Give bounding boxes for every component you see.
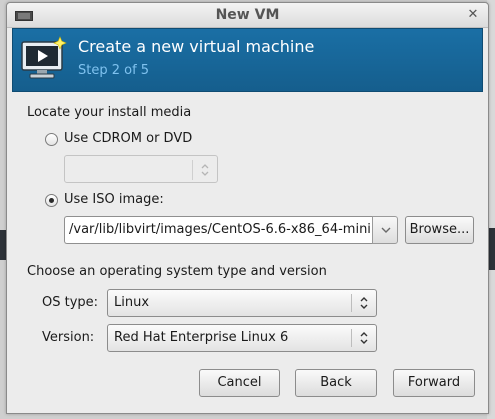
iso-radio-label[interactable]: Use ISO image: bbox=[64, 192, 164, 207]
cancel-button[interactable]: Cancel bbox=[199, 369, 280, 397]
window-title: New VM bbox=[215, 7, 280, 23]
forward-button[interactable]: Forward bbox=[393, 369, 475, 397]
combo-separator bbox=[351, 294, 352, 312]
os-version-select[interactable]: Red Hat Enterprise Linux 6 bbox=[107, 324, 377, 352]
combo-separator bbox=[351, 329, 352, 347]
os-type-select[interactable]: Linux bbox=[107, 289, 377, 317]
install-media-label: Locate your install media bbox=[27, 105, 192, 120]
updown-arrows-icon bbox=[360, 297, 368, 309]
vm-monitor-icon bbox=[21, 36, 67, 79]
wizard-banner: Create a new virtual machine Step 2 of 5 bbox=[12, 28, 483, 92]
new-vm-dialog: New VM ✕ Create a new virtual machine St… bbox=[6, 2, 489, 414]
os-section-label: Choose an operating system type and vers… bbox=[27, 264, 327, 279]
back-button[interactable]: Back bbox=[295, 369, 377, 397]
combo-separator bbox=[192, 160, 193, 180]
cdrom-device-select bbox=[64, 155, 218, 183]
browse-button[interactable]: Browse... bbox=[405, 216, 474, 244]
updown-arrows-icon bbox=[201, 164, 209, 176]
updown-arrows-icon bbox=[360, 332, 368, 344]
chevron-down-icon bbox=[381, 227, 391, 233]
iso-history-dropdown[interactable] bbox=[372, 216, 398, 244]
iso-path-input[interactable]: /var/lib/libvirt/images/CentOS-6.6-x86_6… bbox=[64, 216, 372, 244]
title-bar[interactable]: New VM ✕ bbox=[7, 3, 488, 28]
wizard-heading: Create a new virtual machine bbox=[78, 37, 315, 56]
cdrom-radio[interactable] bbox=[45, 133, 58, 146]
close-icon[interactable]: ✕ bbox=[465, 6, 481, 24]
iso-radio[interactable] bbox=[45, 194, 58, 207]
wizard-step-indicator: Step 2 of 5 bbox=[78, 63, 150, 78]
os-type-label: OS type: bbox=[42, 295, 99, 310]
cdrom-radio-label[interactable]: Use CDROM or DVD bbox=[64, 131, 192, 146]
os-version-value: Red Hat Enterprise Linux 6 bbox=[114, 330, 289, 345]
os-type-value: Linux bbox=[114, 295, 150, 310]
version-label: Version: bbox=[42, 330, 95, 345]
